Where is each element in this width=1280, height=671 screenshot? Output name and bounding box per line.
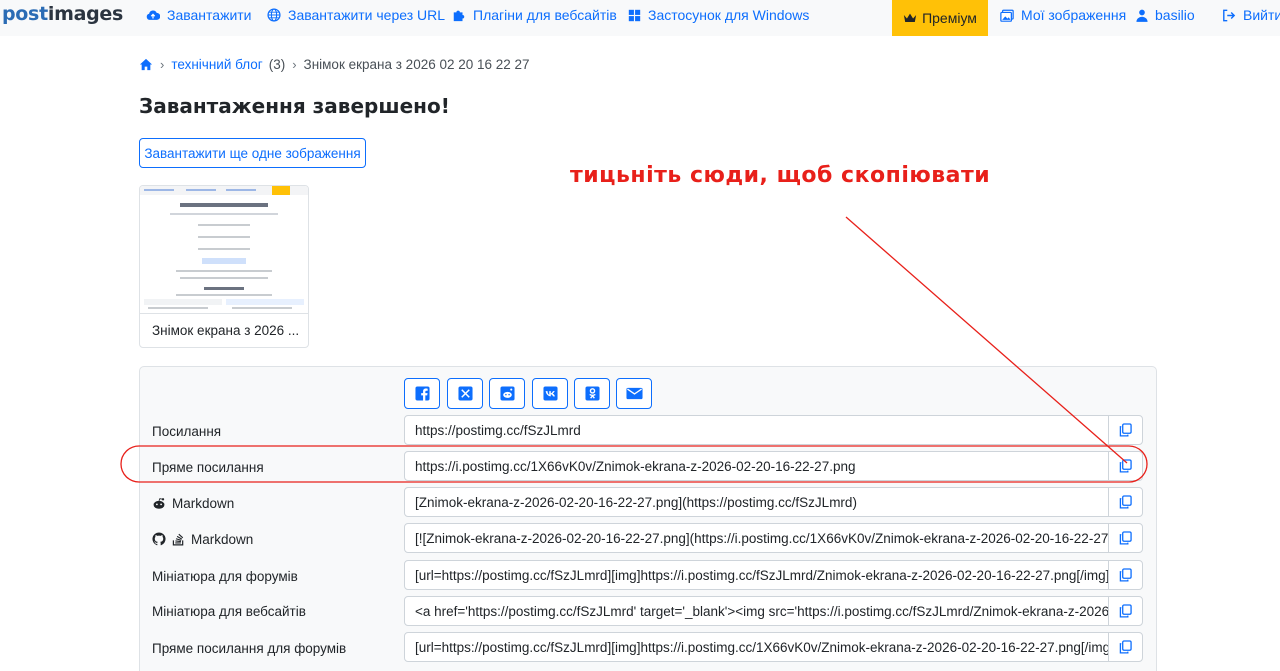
row-label-link: Посилання — [152, 423, 222, 439]
crown-icon — [903, 13, 917, 22]
nav-logout-label: Вийти — [1243, 7, 1280, 23]
globe-icon — [267, 8, 281, 22]
x-icon — [457, 386, 473, 401]
row-label-markdown-text: Markdown — [172, 495, 235, 511]
copy-icon — [1119, 495, 1132, 509]
nav-premium[interactable]: Преміум — [892, 0, 988, 36]
row-label-github-markdown: Markdown — [152, 529, 253, 549]
row-label-github-markdown-text: Markdown — [191, 531, 254, 547]
share-odnoklassniki-button[interactable] — [574, 378, 610, 409]
website-thumbnail-field[interactable]: <a href='https://postimg.cc/fSzJLmrd' ta… — [404, 596, 1109, 626]
nav-upload-url-label: Завантажити через URL — [288, 7, 446, 23]
nav-windows-app-label: Застосунок для Windows — [648, 7, 810, 23]
copy-direct-link-button[interactable] — [1108, 451, 1143, 481]
copy-forum-direct-link-button[interactable] — [1108, 632, 1143, 662]
nav-upload-label: Завантажити — [167, 7, 252, 23]
share-reddit-button[interactable] — [489, 378, 525, 409]
images-icon — [1000, 9, 1014, 22]
copy-github-markdown-button[interactable] — [1108, 523, 1143, 553]
breadcrumb-folder-link[interactable]: технічний блог — [171, 57, 262, 72]
puzzle-icon — [453, 10, 465, 22]
nav-upload-url[interactable]: Завантажити через URL — [267, 0, 445, 30]
copy-icon — [1119, 423, 1132, 437]
breadcrumb-separator: › — [160, 56, 165, 72]
forum-direct-link-field[interactable]: [url=https://postimg.cc/fSzJLmrd][img]ht… — [404, 632, 1109, 662]
markdown-field[interactable]: [Znimok-ekrana-z-2026-02-20-16-22-27.png… — [404, 487, 1109, 517]
copy-icon — [1119, 604, 1132, 618]
copy-website-thumbnail-button[interactable] — [1108, 596, 1143, 626]
nav-premium-label: Преміум — [922, 10, 977, 26]
nav-plugins[interactable]: Плагіни для вебсайтів — [452, 0, 617, 30]
breadcrumb-folder-count: (3) — [268, 56, 286, 72]
forum-thumbnail-field[interactable]: [url=https://postimg.cc/fSzJLmrd][img]ht… — [404, 560, 1109, 590]
row-label-direct-link: Пряме посилання — [152, 459, 264, 475]
email-icon — [625, 387, 643, 400]
windows-icon — [628, 9, 641, 21]
user-icon — [1136, 9, 1148, 22]
copy-icon — [1119, 568, 1132, 582]
top-navbar: postimages Завантажити Завантажити через… — [0, 0, 1280, 36]
share-x-button[interactable] — [447, 378, 483, 409]
reddit-icon — [153, 497, 165, 509]
nav-upload[interactable]: Завантажити — [146, 0, 252, 30]
nav-logout[interactable]: Вийти — [1222, 0, 1280, 30]
github-icon — [152, 532, 166, 546]
copy-link-button[interactable] — [1108, 415, 1143, 445]
reddit-icon — [499, 386, 515, 401]
share-facebook-button[interactable] — [404, 378, 440, 409]
nav-my-images-label: Мої зображення — [1021, 7, 1127, 23]
nav-plugins-label: Плагіни для вебсайтів — [473, 7, 617, 23]
stack-overflow-icon — [172, 533, 184, 546]
row-label-forum-direct-link: Пряме посилання для форумів — [152, 640, 347, 656]
vk-icon — [542, 386, 558, 401]
copy-icon — [1119, 531, 1132, 545]
facebook-icon — [414, 386, 430, 401]
share-email-button[interactable] — [616, 378, 652, 409]
nav-windows-app[interactable]: Застосунок для Windows — [628, 0, 809, 30]
nav-my-images[interactable]: Мої зображення — [1000, 0, 1126, 30]
thumbnail-image[interactable] — [140, 186, 308, 314]
copy-forum-thumbnail-button[interactable] — [1108, 560, 1143, 590]
odnoklassniki-icon — [584, 386, 600, 401]
page-title: Завантаження завершено! — [139, 94, 450, 118]
link-field[interactable]: https://postimg.cc/fSzJLmrd — [404, 415, 1109, 445]
breadcrumb-current: Знімок екрана з 2026 02 20 16 22 27 — [303, 56, 530, 72]
direct-link-field[interactable]: https://i.postimg.cc/1X66vK0v/Znimok-ekr… — [404, 451, 1109, 481]
home-icon[interactable] — [139, 58, 153, 71]
breadcrumb-separator: › — [292, 56, 297, 72]
logout-icon — [1223, 9, 1236, 21]
thumbnail-card[interactable]: Знімок екрана з 2026 ... — [139, 185, 309, 348]
thumbnail-caption: Знімок екрана з 2026 ... — [152, 323, 300, 338]
share-vk-button[interactable] — [532, 378, 568, 409]
copy-icon — [1119, 640, 1132, 654]
nav-user-label: basilio — [1155, 7, 1195, 23]
copy-icon — [1119, 459, 1132, 473]
breadcrumb: › технічний блог (3) › Знімок екрана з 2… — [139, 56, 530, 72]
nav-user[interactable]: basilio — [1136, 0, 1195, 30]
github-markdown-field[interactable]: [![Znimok-ekrana-z-2026-02-20-16-22-27.p… — [404, 523, 1109, 553]
cloud-upload-icon — [146, 10, 160, 20]
annotation-text: тицьніть сюди, щоб скопіювати — [570, 163, 991, 188]
copy-markdown-button[interactable] — [1108, 487, 1143, 517]
postimages-logo[interactable]: postimages — [2, 2, 123, 26]
row-label-website-thumbnail: Мініатюра для вебсайтів — [152, 603, 306, 619]
row-label-forum-thumbnail: Мініатюра для форумів — [152, 568, 298, 584]
upload-another-button[interactable]: Завантажити ще одне зображення — [139, 138, 366, 168]
row-label-markdown: Markdown — [152, 493, 234, 513]
